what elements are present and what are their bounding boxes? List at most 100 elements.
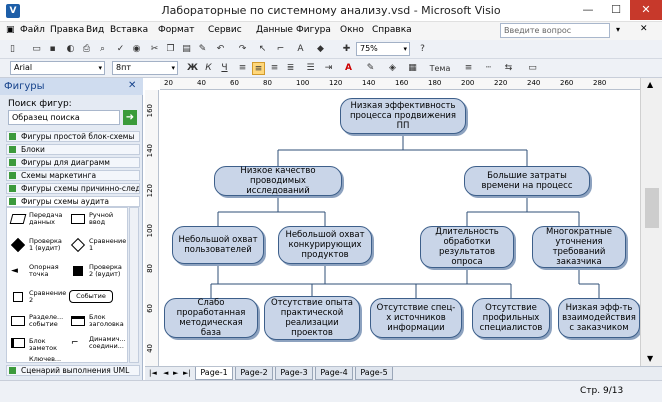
stencil-audit[interactable]: Фигуры схемы аудита	[6, 196, 140, 207]
shadow-icon[interactable]: ▦	[406, 62, 419, 75]
last-page-icon[interactable]: ►|	[183, 369, 191, 377]
stencil-blocks[interactable]: Блоки	[6, 144, 140, 155]
prev-page-icon[interactable]: ◄	[163, 369, 168, 377]
node-level2-c[interactable]: Длительность обработки результатов опрос…	[420, 226, 514, 268]
menu-shape[interactable]: Фигура	[296, 25, 331, 35]
node-level3-b[interactable]: Отсутствие опыта практической реализации…	[264, 296, 360, 340]
divided-event-shape-icon[interactable]	[11, 316, 25, 326]
node-level2-a[interactable]: Небольшой охват пользователей	[172, 226, 264, 264]
stamp-tool-icon[interactable]: ◆	[314, 43, 327, 56]
scroll-down-icon[interactable]: ▼	[647, 354, 653, 363]
comparison1-shape-icon[interactable]	[70, 237, 86, 253]
tab-page-3[interactable]: Page-3	[275, 367, 313, 380]
vertical-scrollbar[interactable]: ▲ ▼	[640, 78, 662, 366]
shape-search-input[interactable]: Образец поиска	[8, 110, 120, 125]
bold-button[interactable]: Ж	[186, 62, 199, 75]
research-icon[interactable]: ◉	[130, 43, 143, 56]
next-page-icon[interactable]: ►	[173, 369, 178, 377]
event-shape-label[interactable]: Событие	[69, 290, 113, 303]
manual-input-shape-icon[interactable]	[71, 214, 85, 224]
connector-tool-icon[interactable]: ⌐	[274, 43, 287, 56]
line-color-icon[interactable]: ✎	[364, 62, 377, 75]
tab-page-5[interactable]: Page-5	[355, 367, 393, 380]
align-left-icon[interactable]: ≡	[236, 62, 249, 75]
search-dropdown-icon[interactable]: ▾	[616, 25, 620, 34]
font-select[interactable]: Arial	[10, 61, 105, 75]
comparison2-shape-icon[interactable]	[13, 292, 23, 302]
undo-icon[interactable]: ↶	[214, 43, 227, 56]
node-level3-e[interactable]: Низкая эфф-ть взаимодействия с заказчико…	[558, 298, 640, 338]
tab-page-2[interactable]: Page-2	[235, 367, 273, 380]
stencil-uml-activity[interactable]: Сценарий выполнения UML	[6, 365, 140, 376]
doc-close-icon[interactable]: ✕	[640, 24, 648, 34]
menu-tools[interactable]: Сервис	[208, 25, 242, 35]
justify-icon[interactable]: ≣	[284, 62, 297, 75]
line-pattern-icon[interactable]: ┄	[482, 62, 495, 75]
node-level3-a[interactable]: Слабо проработанная методическая база	[164, 298, 258, 338]
shapes-panel-close-icon[interactable]: ✕	[128, 80, 136, 91]
corner-rounding-icon[interactable]: ▭	[526, 62, 539, 75]
close-icon[interactable]: ✕	[630, 0, 662, 20]
zoom-select[interactable]: 75%	[356, 42, 410, 56]
menu-window[interactable]: Окно	[340, 25, 364, 35]
node-level2-b[interactable]: Небольшой охват конкурирующих продуктов	[278, 226, 372, 264]
audit-check1-shape-icon[interactable]	[10, 237, 26, 253]
stencil-cause-effect[interactable]: Фигуры схемы причинно-следс...	[6, 183, 140, 194]
stencil-marketing[interactable]: Схемы маркетинга	[6, 170, 140, 181]
new-icon[interactable]: ▯	[6, 43, 19, 56]
search-go-icon[interactable]: ➜	[123, 110, 137, 125]
menu-insert[interactable]: Вставка	[110, 25, 148, 35]
help-search-input[interactable]: Введите вопрос	[500, 23, 610, 38]
format-painter-icon[interactable]: ✎	[196, 43, 209, 56]
menu-view[interactable]: Вид	[86, 25, 104, 35]
audit-check2-shape-icon[interactable]	[73, 266, 83, 276]
menu-edit[interactable]: Правка	[50, 25, 84, 35]
italic-button[interactable]: К	[202, 62, 215, 75]
align-right-icon[interactable]: ≡	[268, 62, 281, 75]
pan-zoom-icon[interactable]: ✚	[340, 43, 353, 56]
node-root[interactable]: Низкая эффективность процесса продвижени…	[340, 98, 466, 134]
align-center-icon[interactable]: ≡	[252, 62, 265, 75]
node-level1-right[interactable]: Большие затраты времени на процесс	[464, 166, 590, 196]
drawing-canvas[interactable]: Низкая эффективность процесса продвижени…	[160, 90, 640, 366]
menu-file[interactable]: Файл	[20, 25, 45, 35]
underline-button[interactable]: Ч	[218, 62, 231, 75]
tab-page-4[interactable]: Page-4	[315, 367, 353, 380]
menu-format[interactable]: Формат	[158, 25, 195, 35]
minimize-icon[interactable]: —	[574, 0, 602, 20]
font-size-select[interactable]: 8пт	[112, 61, 178, 75]
stencil-scrollbar[interactable]	[129, 207, 139, 363]
stencil-basic-flowchart[interactable]: Фигуры простой блок-схемы	[6, 131, 140, 142]
scroll-up-icon[interactable]: ▲	[647, 80, 653, 89]
cut-icon[interactable]: ✂	[148, 43, 161, 56]
theme-button[interactable]: Тема	[424, 62, 456, 75]
first-page-icon[interactable]: |◄	[149, 369, 157, 377]
node-level3-d[interactable]: Отсутствие профильных специалистов	[472, 298, 550, 338]
header-block-shape-icon[interactable]	[71, 316, 85, 326]
permission-icon[interactable]: ◐	[64, 43, 77, 56]
spelling-icon[interactable]: ✓	[114, 43, 127, 56]
fill-color-icon[interactable]: ◈	[386, 62, 399, 75]
line-ends-icon[interactable]: ⇆	[502, 62, 515, 75]
help-icon[interactable]: ?	[416, 43, 429, 56]
scroll-thumb[interactable]	[645, 188, 659, 228]
save-icon[interactable]: ▪	[46, 43, 59, 56]
text-tool-icon[interactable]: A	[294, 43, 307, 56]
tab-page-1[interactable]: Page-1	[195, 367, 233, 380]
pointer-tool-icon[interactable]: ↖	[256, 43, 269, 56]
indent-icon[interactable]: ⇥	[322, 62, 335, 75]
notes-block-shape-icon[interactable]	[11, 338, 25, 348]
menu-data[interactable]: Данные	[256, 25, 293, 35]
paste-icon[interactable]: ▤	[180, 43, 193, 56]
node-level1-left[interactable]: Низкое качество проводимых исследований	[214, 166, 342, 196]
bullets-icon[interactable]: ☰	[304, 62, 317, 75]
dynamic-connector-shape-icon[interactable]: ⌐	[71, 338, 85, 348]
redo-icon[interactable]: ↷	[236, 43, 249, 56]
node-level2-d[interactable]: Многократные уточнения требований заказч…	[532, 226, 626, 268]
stencil-charting-shapes[interactable]: Фигуры для диаграмм	[6, 157, 140, 168]
node-level3-c[interactable]: Отсутствие спец-х источников информации	[370, 298, 462, 338]
font-color-icon[interactable]: A	[342, 62, 355, 75]
line-weight-icon[interactable]: ≡	[462, 62, 475, 75]
data-transfer-shape-icon[interactable]	[9, 214, 27, 224]
menu-help[interactable]: Справка	[372, 25, 412, 35]
